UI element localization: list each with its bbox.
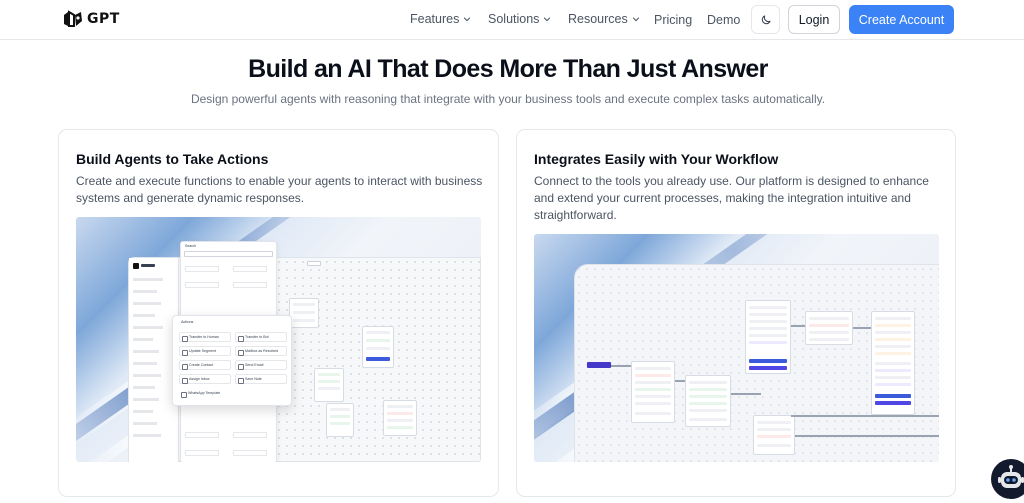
flow-node — [685, 375, 731, 427]
flow-node — [362, 326, 394, 368]
chevron-down-icon — [632, 17, 639, 22]
flow-node — [745, 300, 791, 374]
feature-card-actions: Build Agents to Take Actions Create and … — [58, 129, 499, 497]
flow-node — [871, 311, 915, 415]
logo[interactable]: GPT — [62, 9, 120, 29]
flow-node — [314, 368, 344, 402]
nav-pricing[interactable]: Pricing — [654, 13, 692, 27]
hero-subtitle: Design powerful agents with reasoning th… — [190, 92, 826, 106]
card-title: Integrates Easily with Your Workflow — [534, 151, 779, 167]
mock-workflow-canvas — [574, 264, 939, 462]
flow-node — [383, 400, 417, 436]
hero-title: Build an AI That Does More Than Just Ans… — [248, 55, 768, 83]
card-title: Build Agents to Take Actions — [76, 151, 269, 167]
nav-resources-label: Resources — [568, 12, 628, 26]
chevron-down-icon — [544, 17, 551, 22]
moon-icon — [761, 15, 770, 24]
nav-solutions[interactable]: Solutions — [488, 12, 551, 26]
chevron-down-icon — [464, 17, 471, 22]
action-item[interactable]: Transfer to Bot — [235, 332, 287, 342]
card-description: Create and execute functions to enable y… — [76, 174, 483, 205]
nav-features[interactable]: Features — [410, 12, 471, 26]
theme-toggle-button[interactable] — [751, 5, 780, 34]
chatbot-launcher-button[interactable] — [991, 459, 1024, 499]
flow-node — [753, 415, 795, 455]
action-item[interactable]: Transfer to Human — [179, 332, 231, 342]
action-item[interactable]: Create Contact — [179, 360, 231, 370]
logo-mark-icon — [64, 10, 82, 27]
card-description: Connect to the tools you already use. Ou… — [534, 174, 929, 222]
action-item[interactable]: Send Email — [235, 360, 287, 370]
logo-text: GPT — [87, 11, 120, 27]
agent-builder-screenshot: Search Actions Transfer to Human Transfe… — [76, 217, 481, 462]
flow-node — [289, 298, 319, 328]
search-label: Search — [185, 244, 197, 248]
actions-header: Actions — [181, 320, 194, 324]
flow-node — [805, 311, 853, 345]
feature-card-workflow: Integrates Easily with Your Workflow Con… — [516, 129, 956, 497]
action-item[interactable]: WhatsApp Template — [179, 389, 239, 399]
action-item[interactable]: Assign Inbox — [179, 374, 231, 384]
nav-solutions-label: Solutions — [488, 12, 540, 26]
flow-node — [326, 403, 354, 437]
action-item[interactable]: Mailbox as Resolved — [235, 346, 287, 356]
create-account-button[interactable]: Create Account — [849, 5, 954, 34]
login-button[interactable]: Login — [788, 5, 840, 34]
action-item[interactable]: Save Note — [235, 374, 287, 384]
nav-features-label: Features — [410, 12, 460, 26]
action-item[interactable]: Update Segment — [179, 346, 231, 356]
top-navbar: GPT Features Solutions Resources Pricing… — [0, 0, 1024, 40]
flow-node — [631, 361, 675, 423]
nav-demo[interactable]: Demo — [707, 13, 740, 27]
workflow-screenshot — [534, 234, 939, 462]
nav-resources[interactable]: Resources — [568, 12, 640, 26]
robot-icon — [998, 465, 1024, 488]
actions-popup: Actions Transfer to Human Transfer to Bo… — [172, 315, 292, 406]
